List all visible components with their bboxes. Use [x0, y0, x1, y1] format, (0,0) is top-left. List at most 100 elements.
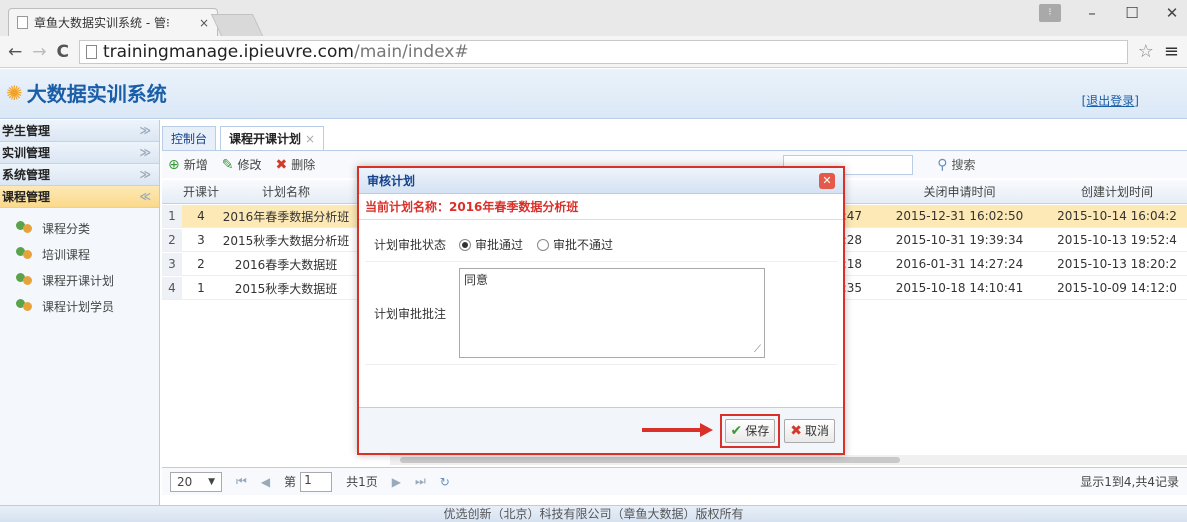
reload-button[interactable]: C	[57, 42, 69, 62]
close-time: 2015-12-31 16:02:50	[895, 209, 1024, 223]
tab-course-plan[interactable]: 课程开课计划 ×	[220, 126, 325, 150]
close-time: 2016-01-31 14:27:24	[895, 257, 1024, 271]
cancel-button[interactable]: ✖ 取消	[784, 418, 835, 443]
plan-id: 2	[197, 257, 205, 271]
add-button[interactable]: ⊕ 新增	[168, 156, 208, 173]
tab-console[interactable]: 控制台	[162, 126, 217, 150]
tab-close-icon[interactable]: ×	[305, 132, 315, 146]
page-size-select[interactable]: 20 ▼	[170, 471, 222, 492]
users-icon	[16, 221, 34, 235]
plan-id: 4	[197, 209, 205, 223]
resize-grip-icon[interactable]: ⟋	[754, 344, 761, 355]
page-prefix: 第	[284, 475, 297, 489]
create-time: 2015-10-13 18:20:2	[1057, 257, 1177, 271]
delete-button[interactable]: ✖ 删除	[276, 156, 316, 173]
sidebar-section-course[interactable]: 课程管理 ≪	[0, 186, 159, 208]
row-number: 1	[162, 205, 182, 227]
pager: 20 ▼ ⏮ ◀ 第 1 共1页 ▶ ⏭ ↻ 显示1到4,共4记录	[162, 467, 1187, 495]
profile-icon[interactable]: ⁝	[1039, 4, 1061, 22]
url-field[interactable]: trainingmanage.ipieuvre.com/main/index#	[78, 39, 1128, 64]
page-icon	[85, 44, 97, 59]
col-plan-id[interactable]: 开课计	[182, 183, 220, 200]
chevron-double-down-icon: ≫	[139, 168, 151, 181]
forward-button[interactable]: →	[32, 42, 46, 62]
sidebar-item-plan-students[interactable]: 课程计划学员	[0, 294, 159, 318]
dialog-title: 审核计划	[367, 174, 416, 188]
save-button[interactable]: ✔ 保存	[724, 418, 776, 443]
chevron-double-up-icon: ≪	[139, 190, 151, 203]
dialog-close-icon[interactable]: ✕	[819, 172, 835, 189]
sidebar-section-label: 实训管理	[2, 146, 51, 160]
maximize-button[interactable]: ☐	[1123, 4, 1141, 22]
octopus-logo-icon: ✺	[6, 80, 23, 105]
col-plan-name[interactable]: 计划名称	[220, 183, 352, 200]
tab-label: 课程开课计划	[229, 132, 302, 146]
horizontal-scrollbar[interactable]	[390, 455, 1187, 465]
delete-label: 删除	[291, 158, 316, 172]
save-button-highlight: ✔ 保存	[719, 413, 781, 448]
chevron-double-down-icon: ≫	[139, 124, 151, 137]
note-row: 计划审批批注 同意 ⟋	[365, 262, 837, 365]
plan-name: 2015秋季大数据分析班	[222, 233, 350, 248]
cancel-x-icon: ✖	[790, 422, 802, 439]
next-page-icon[interactable]: ▶	[392, 475, 401, 489]
approve-radio[interactable]: 审批通过	[459, 236, 523, 253]
sidebar-item-label: 课程计划学员	[42, 299, 115, 314]
sidebar-item-course-category[interactable]: 课程分类	[0, 216, 159, 240]
search-button[interactable]: ⚲ 搜索	[937, 156, 975, 173]
logout-link[interactable]: [退出登录]	[1082, 92, 1139, 109]
create-time: 2015-10-14 16:04:2	[1057, 209, 1177, 223]
plan-name: 2016春季大数据班	[234, 257, 338, 272]
scrollbar-thumb[interactable]	[400, 457, 900, 463]
last-page-icon[interactable]: ⏭	[415, 474, 426, 489]
page-total: 共1页	[346, 475, 378, 489]
edit-label: 修改	[237, 158, 262, 172]
edit-button[interactable]: ✎ 修改	[222, 156, 262, 173]
col-close-time[interactable]: 关闭申请时间	[872, 183, 1047, 200]
sidebar-section-system[interactable]: 系统管理 ≫	[0, 164, 159, 186]
dialog-footer: ✔ 保存 ✖ 取消	[359, 407, 843, 453]
annotation-arrow-head	[700, 423, 713, 437]
browser-menu-icon[interactable]: ≡	[1164, 41, 1179, 62]
back-button[interactable]: ←	[8, 42, 22, 62]
page-size-value: 20	[177, 474, 193, 489]
create-time: 2015-10-13 19:52:4	[1057, 233, 1177, 247]
refresh-icon[interactable]: ↻	[440, 475, 450, 489]
note-cell: 同意 ⟋	[455, 262, 837, 364]
users-icon	[16, 247, 34, 261]
first-page-icon[interactable]: ⏮	[236, 474, 247, 489]
reject-radio[interactable]: 审批不通过	[537, 236, 613, 253]
browser-tab[interactable]: 章鱼大数据实训系统 - 管⁝ ×	[8, 8, 218, 36]
note-textarea[interactable]: 同意 ⟋	[459, 268, 765, 358]
row-number: 3	[162, 253, 182, 275]
app-logo: ✺ 大数据实训系统	[6, 78, 167, 107]
sidebar-section-label: 系统管理	[2, 168, 51, 182]
sidebar-item-label: 课程开课计划	[42, 273, 115, 288]
sidebar-item-label: 课程分类	[42, 221, 91, 236]
sidebar-section-label: 课程管理	[2, 190, 51, 204]
bookmark-star-icon[interactable]: ☆	[1138, 41, 1154, 62]
status-row: 计划审批状态 审批通过 审批不通过	[365, 228, 837, 262]
row-number: 2	[162, 229, 182, 251]
close-window-button[interactable]: ✕	[1163, 4, 1181, 22]
sidebar-section-training[interactable]: 实训管理 ≫	[0, 142, 159, 164]
sidebar-item-course-plan[interactable]: 课程开课计划	[0, 268, 159, 292]
close-time: 2015-10-31 19:39:34	[895, 233, 1024, 247]
minimize-button[interactable]: –	[1083, 4, 1101, 22]
dialog-titlebar: 审核计划 ✕	[359, 168, 843, 194]
browser-tab-close-icon[interactable]: ×	[199, 16, 209, 30]
sidebar-item-training-course[interactable]: 培训课程	[0, 242, 159, 266]
prev-page-icon[interactable]: ◀	[261, 475, 270, 489]
search-icon: ⚲	[937, 156, 948, 173]
annotation-arrow	[642, 428, 708, 432]
current-plan-name: 当前计划名称：2016年春季数据分析班	[359, 194, 843, 220]
page-number-input[interactable]: 1	[300, 471, 333, 492]
tab-label: 控制台	[171, 132, 208, 146]
cancel-label: 取消	[804, 424, 829, 438]
sidebar-section-student[interactable]: 学生管理 ≫	[0, 120, 159, 142]
pager-info: 显示1到4,共4记录	[1080, 475, 1179, 489]
approve-form: 计划审批状态 审批通过 审批不通过 计划审批批注 同意 ⟋	[365, 228, 837, 365]
app-header	[0, 69, 1187, 119]
col-create-time[interactable]: 创建计划时间	[1047, 183, 1187, 200]
approve-label: 审批通过	[475, 238, 524, 252]
